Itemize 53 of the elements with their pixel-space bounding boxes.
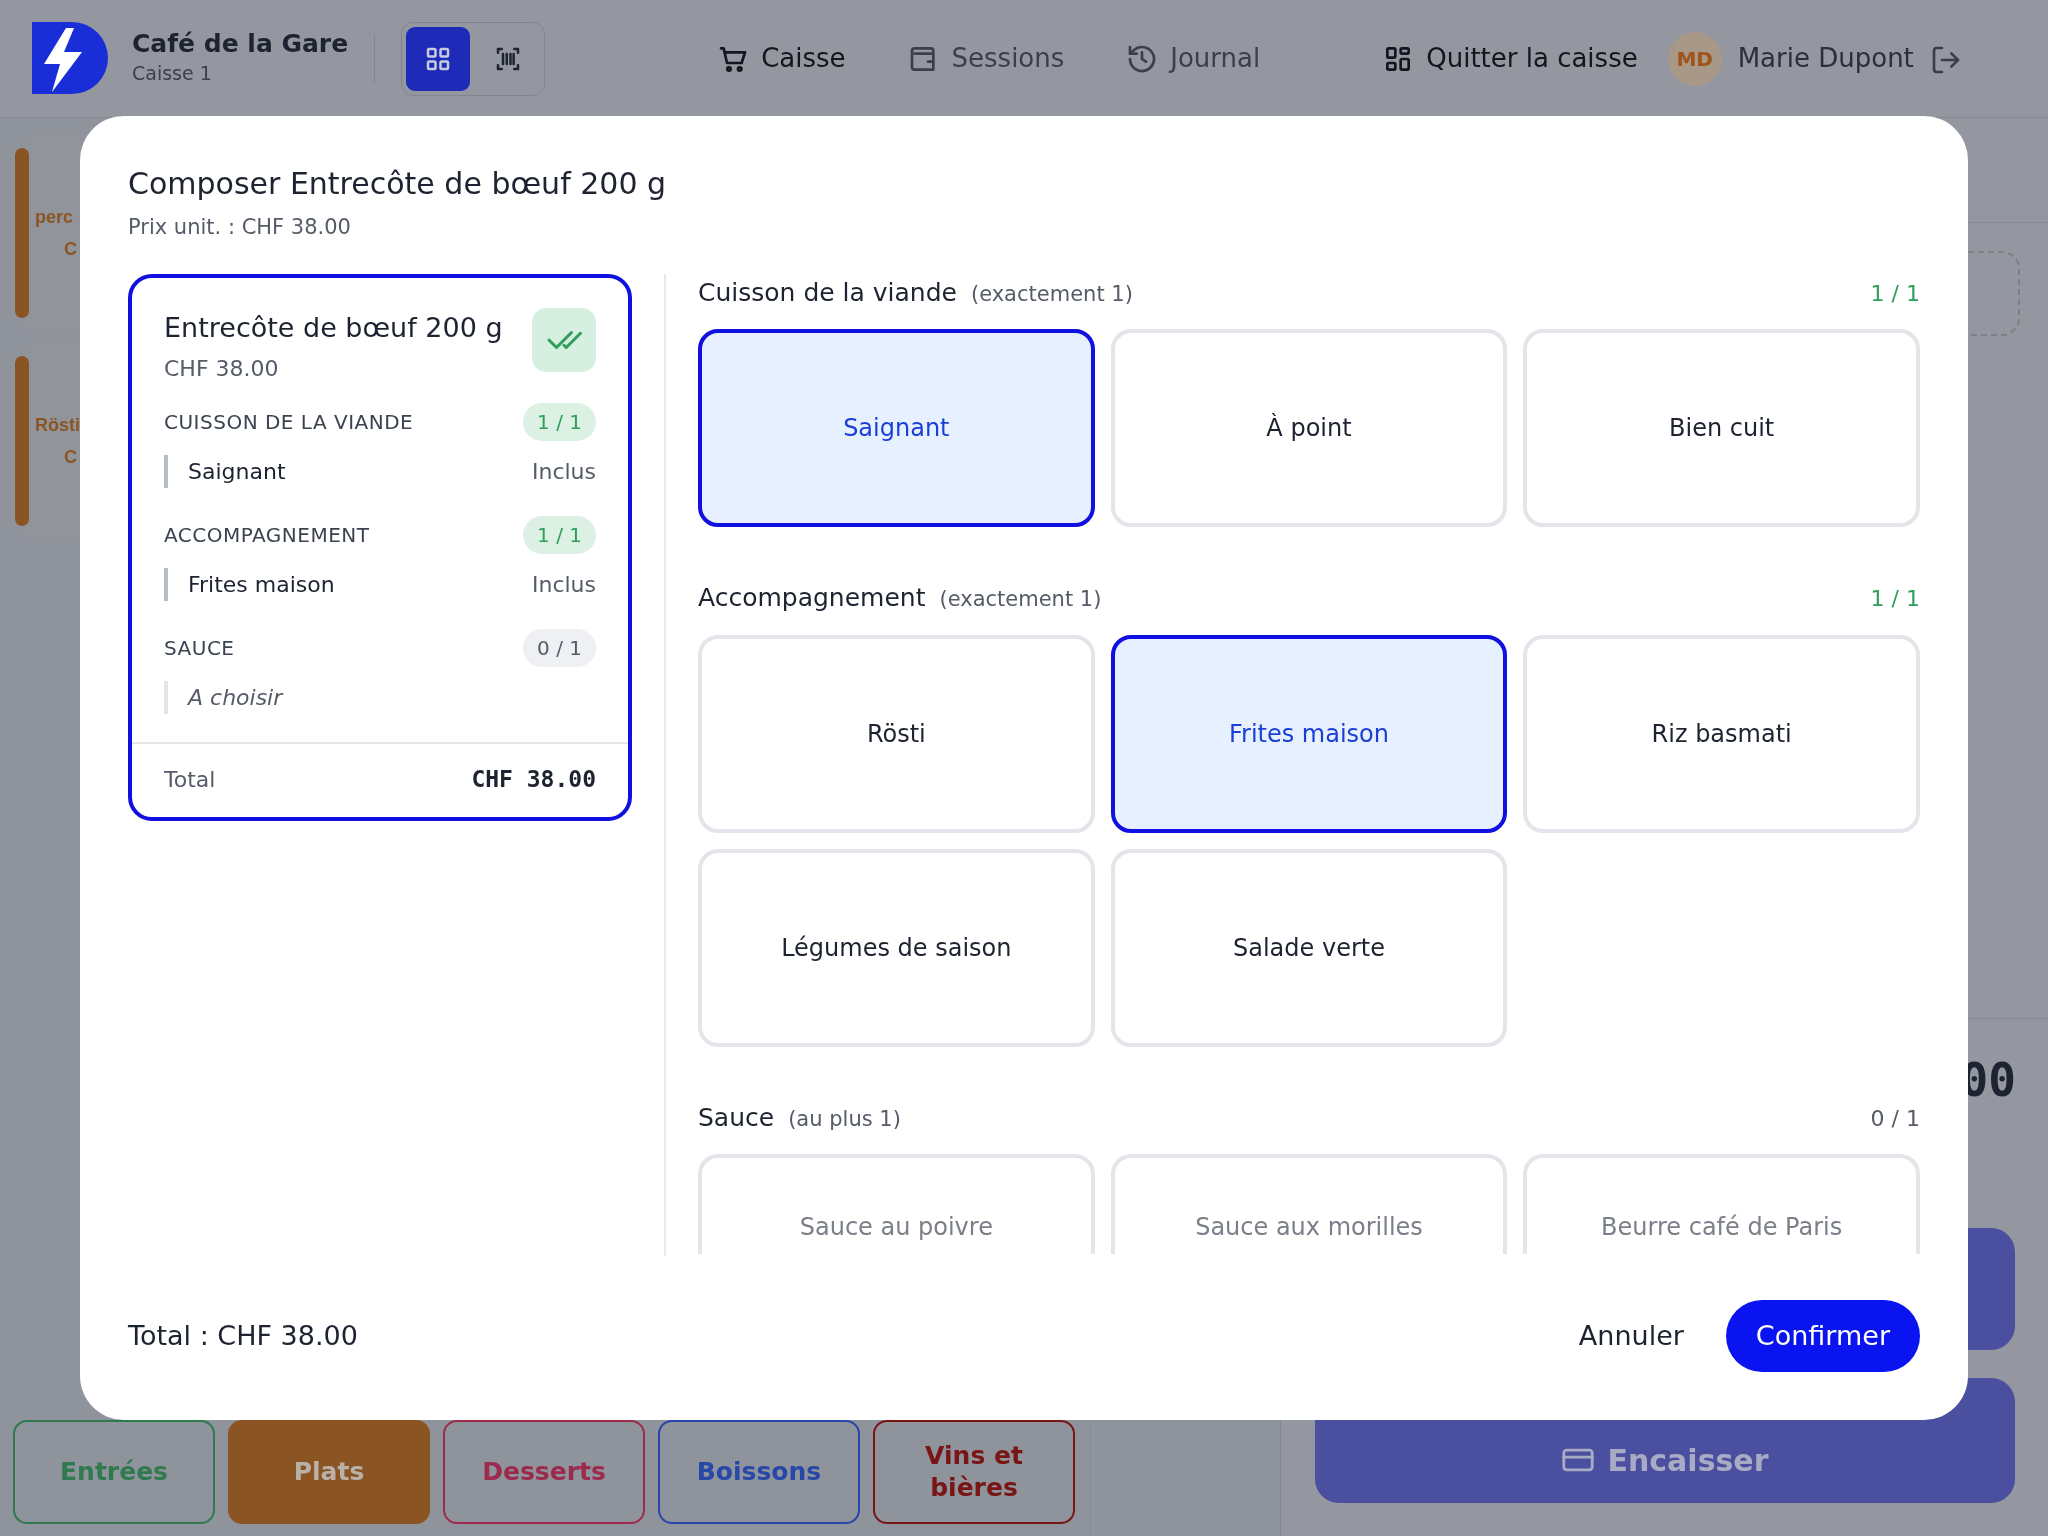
choice-label: Saignant — [188, 458, 286, 486]
cancel-button[interactable]: Annuler — [1572, 1314, 1690, 1357]
choice-label: Frites maison — [188, 571, 335, 599]
product-name: Rösti — [35, 413, 80, 437]
choice-label: A choisir — [188, 684, 283, 712]
confirm-button[interactable]: Confirmer — [1725, 1299, 1920, 1372]
option-tile[interactable]: À point — [1110, 329, 1508, 527]
option-tile[interactable]: Légumes de saison — [698, 848, 1095, 1047]
count-badge: 0 / 1 — [523, 629, 596, 667]
nav-tab[interactable]: Caisse — [711, 38, 852, 79]
nav-tab[interactable]: Journal — [1120, 38, 1267, 79]
group-rule: (exactement 1) — [970, 281, 1133, 306]
count-badge: 1 / 1 — [523, 516, 596, 554]
group-label: CUISSON DE LA VIANDE — [164, 409, 414, 436]
group-label: SAUCE — [164, 635, 235, 662]
group-title: Accompagnement — [698, 583, 926, 612]
modal-title: Composer Entrecôte de bœuf 200 g — [128, 166, 668, 202]
modal-total: Total : CHF 38.00 — [128, 1318, 358, 1353]
count-badge: 1 / 1 — [523, 403, 596, 441]
product-price: C — [64, 446, 77, 469]
unit-price: Prix unit. : CHF 38.00 — [128, 214, 352, 241]
nav-tab[interactable]: Sessions — [901, 38, 1071, 79]
product-name: Entrecôte de bœuf 200 g — [164, 310, 503, 345]
selection-count: 1 / 1 — [1870, 279, 1920, 308]
selection-count: 1 / 1 — [1870, 585, 1920, 613]
user-name: Marie Dupont — [1737, 42, 1914, 75]
option-tile[interactable]: Salade verte — [1110, 848, 1508, 1047]
user-avatar: MD — [1667, 31, 1722, 86]
choice-price: Inclus — [531, 458, 596, 486]
option-tile[interactable]: Frites maison — [1110, 634, 1508, 833]
option-tile[interactable]: Sauce aux morilles — [1110, 1154, 1508, 1254]
group-title: Sauce — [698, 1102, 775, 1132]
exit-register-button[interactable]: Quitter la caisse — [1376, 38, 1644, 79]
register-name: Caisse 1 — [132, 60, 213, 86]
option-tile[interactable]: Bien cuit — [1523, 329, 1920, 527]
option-tile[interactable]: Beurre café de Paris — [1523, 1154, 1920, 1254]
option-tile[interactable]: Rösti — [698, 634, 1095, 833]
group-rule: (au plus 1) — [788, 1106, 901, 1131]
product-price: C — [64, 238, 77, 261]
option-tile[interactable]: Riz basmati — [1523, 634, 1920, 833]
total-value: CHF 38.00 — [471, 765, 596, 794]
group-label: ACCOMPAGNEMENT — [164, 522, 370, 549]
product-price: CHF 38.00 — [164, 355, 280, 383]
group-rule: (exactement 1) — [939, 587, 1102, 611]
option-tile[interactable]: Sauce au poivre — [698, 1154, 1095, 1254]
total-label: Total — [164, 765, 216, 794]
group-title: Cuisson de la viande — [698, 277, 957, 307]
option-tile[interactable]: Saignant — [698, 329, 1095, 527]
choice-price: Inclus — [531, 571, 596, 599]
product-name: perc — [35, 205, 74, 229]
brand-name: Café de la Gare — [132, 29, 349, 59]
view-mode-button[interactable] — [406, 26, 471, 91]
selection-count: 0 / 1 — [1870, 1104, 1920, 1133]
